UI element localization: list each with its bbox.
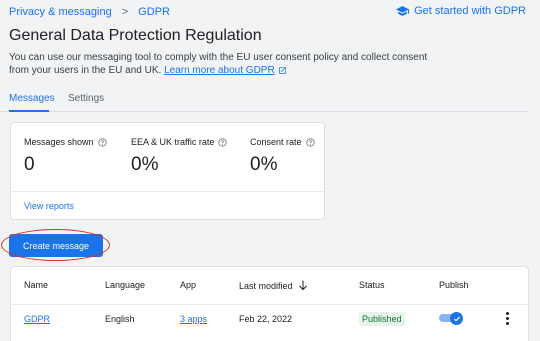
cell-language: English: [105, 314, 135, 324]
breadcrumb: Privacy & messaging > GDPR: [9, 6, 170, 18]
column-header-last-modified-label: Last modified: [239, 280, 293, 291]
open-in-new-icon: [278, 67, 286, 74]
column-header-app: App: [180, 280, 197, 290]
page-description: You can use our messaging tool to comply…: [9, 51, 529, 77]
highlight-circle: [1, 229, 110, 261]
active-tab-indicator: [9, 110, 49, 112]
tab-bar: Messages Settings: [0, 90, 528, 112]
help-icon[interactable]: [218, 137, 227, 147]
tab-messages[interactable]: Messages: [9, 93, 55, 104]
apps-link[interactable]: 3 apps: [180, 314, 207, 324]
stats-card: Messages shown 0 EEA & UK traffic rate 0…: [10, 122, 325, 220]
breadcrumb-current[interactable]: GDPR: [138, 6, 170, 18]
messages-table: Name Language App Last modified Status P…: [10, 266, 529, 341]
help-icon[interactable]: [305, 137, 315, 147]
message-name-link[interactable]: GDPR: [24, 314, 50, 324]
view-reports-link[interactable]: View reports: [24, 201, 74, 211]
metric-label: EEA & UK traffic rate: [131, 137, 215, 147]
column-header-publish: Publish: [439, 280, 469, 290]
metric-consent-rate: Consent rate 0%: [250, 137, 315, 176]
help-icon[interactable]: [97, 137, 107, 147]
get-started-button[interactable]: Get started with GDPR: [396, 5, 526, 17]
publish-toggle[interactable]: [439, 312, 463, 325]
metric-value: 0%: [131, 154, 159, 175]
get-started-label: Get started with GDPR: [414, 5, 526, 17]
metric-label: Consent rate: [250, 137, 302, 147]
metric-label: Messages shown: [24, 137, 94, 147]
column-header-last-modified[interactable]: Last modified: [239, 280, 308, 291]
description-line-2: from your users in the EU and UK. Learn …: [9, 64, 529, 77]
cell-last-modified: Feb 22, 2022: [239, 314, 293, 324]
top-bar: Privacy & messaging > GDPR Get started w…: [0, 0, 540, 26]
check-icon: [453, 316, 460, 321]
description-line-1: You can use our messaging tool to comply…: [9, 52, 428, 63]
card-divider: [11, 191, 324, 192]
status-badge: Published: [359, 312, 405, 326]
tab-settings[interactable]: Settings: [68, 93, 104, 104]
arrow-down-icon: [298, 280, 307, 291]
column-header-status: Status: [359, 280, 385, 290]
column-header-name: Name: [24, 280, 49, 290]
school-icon: [396, 5, 410, 16]
learn-more-link[interactable]: Learn more about GDPR: [164, 65, 275, 76]
more-options-icon[interactable]: [504, 312, 510, 325]
metric-messages-shown: Messages shown 0: [24, 137, 107, 176]
metric-traffic-rate: EEA & UK traffic rate 0%: [131, 137, 227, 176]
metric-value: 0%: [250, 154, 278, 175]
toggle-knob: [450, 312, 463, 325]
column-header-language: Language: [105, 280, 146, 290]
header-divider: [11, 304, 528, 305]
breadcrumb-separator: >: [121, 6, 129, 18]
description-line-2-text: from your users in the EU and UK.: [9, 65, 162, 76]
page-title: General Data Protection Regulation: [9, 27, 262, 44]
metric-value: 0: [24, 154, 35, 175]
breadcrumb-parent-link[interactable]: Privacy & messaging: [9, 6, 112, 18]
